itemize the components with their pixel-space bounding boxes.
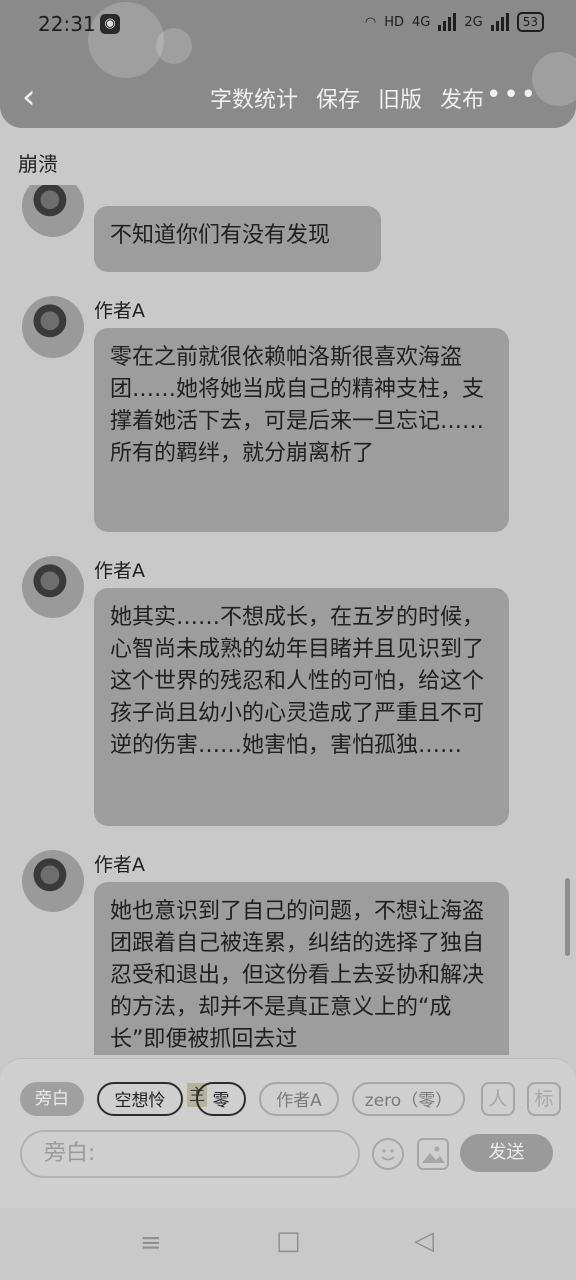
decorative-bubble (532, 52, 576, 106)
status-icons: ◠ HD 4G 2G 53 (365, 12, 544, 32)
message-bubble[interactable]: 零在之前就很依赖帕洛斯很喜欢海盗团……她将她当成自己的精神支柱，支撑着她活下去，… (94, 328, 509, 532)
top-header: 22:31 ◉ ◠ HD 4G 2G 53 ‹ 字数统计 保存 旧版 发布 ••… (0, 0, 576, 128)
avatar[interactable] (22, 185, 84, 237)
avatar[interactable] (22, 296, 84, 358)
signal-icon (490, 13, 509, 31)
signal-icon (438, 13, 457, 31)
avatar[interactable] (22, 850, 84, 912)
avatar[interactable] (22, 556, 84, 618)
decorative-bubble (88, 2, 164, 78)
back-icon[interactable]: ‹ (22, 80, 36, 114)
chapter-title: 崩溃 (18, 152, 58, 176)
decorative-bubble (156, 28, 192, 64)
word-count-button[interactable]: 字数统计 (210, 82, 298, 114)
chat-scrollbar[interactable] (565, 878, 570, 956)
role-chip-author-a[interactable]: 作者A (259, 1082, 339, 1116)
publish-button[interactable]: 发布 (440, 82, 484, 114)
back-nav-icon[interactable]: ◁ (414, 1226, 434, 1256)
home-nav-icon[interactable]: □ (276, 1226, 301, 1256)
sender-name: 作者A (94, 854, 145, 876)
app-notification-icon: ◉ (100, 14, 120, 34)
network-label-1: 4G (412, 14, 431, 30)
tag-icon[interactable]: 标 (527, 1082, 561, 1116)
system-nav-bar: ≡ □ ◁ (0, 1208, 576, 1280)
chat-area[interactable]: 不知道你们有没有发现 作者A 零在之前就很依赖帕洛斯很喜欢海盗团……她将她当成自… (0, 185, 576, 1055)
status-time: 22:31 (38, 12, 96, 36)
message-bubble[interactable]: 不知道你们有没有发现 (94, 206, 381, 272)
message-input[interactable]: 旁白: (20, 1130, 360, 1178)
battery-icon: 53 (516, 12, 544, 32)
role-chip-kongxianglian[interactable]: 空想怜 (97, 1082, 183, 1116)
send-button[interactable]: 发送 (460, 1134, 553, 1172)
network-label-2: 2G (464, 14, 483, 30)
save-button[interactable]: 保存 (316, 82, 360, 114)
old-version-button[interactable]: 旧版 (378, 82, 422, 114)
emoji-icon[interactable] (372, 1138, 404, 1170)
hd-label: HD (384, 14, 404, 30)
sender-name: 作者A (94, 560, 145, 582)
role-chip-narration[interactable]: 旁白 (20, 1082, 84, 1116)
header-menu: 字数统计 保存 旧版 发布 (210, 82, 484, 114)
message-bubble[interactable]: 她其实……不想成长，在五岁的时候，心智尚未成熟的幼年目睹并且见识到了这个世界的残… (94, 588, 509, 826)
image-icon[interactable] (417, 1138, 449, 1170)
wifi-icon: ◠ (364, 14, 377, 30)
role-chip-zero[interactable]: 零 (196, 1082, 246, 1116)
more-options-icon[interactable]: ••• (486, 80, 538, 110)
message-bubble[interactable]: 她也意识到了自己的问题，不想让海盗团跟着自己被连累，纠结的选择了独自忍受和退出，… (94, 882, 509, 1055)
menu-nav-icon[interactable]: ≡ (140, 1228, 162, 1258)
profile-icon[interactable]: 人 (481, 1082, 515, 1116)
sender-name: 作者A (94, 300, 145, 322)
role-chip-zero-en[interactable]: zero（零） (352, 1082, 465, 1116)
